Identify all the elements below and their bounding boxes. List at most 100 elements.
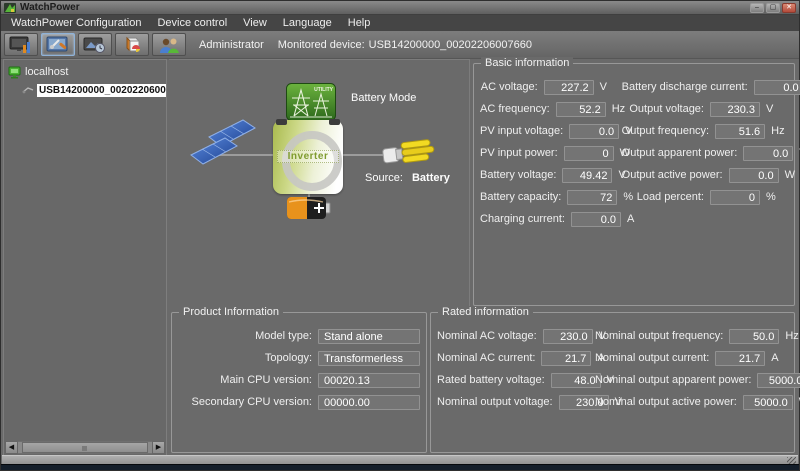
toolbar: Administrator Monitored device: USB14200…: [1, 31, 799, 59]
value-field: 5000.0: [757, 373, 800, 388]
value-field: 0.0: [571, 212, 621, 227]
field-nominal-output-current: Nominal output current:21.7A: [595, 350, 788, 366]
minimize-button[interactable]: –: [750, 3, 764, 13]
field-nominal-output-apparent-power: Nominal output apparent power:5000.0VA: [595, 372, 788, 388]
resize-grip[interactable]: [787, 457, 796, 464]
value-field: 5000.0: [743, 395, 793, 410]
value-field: 0.0: [729, 168, 779, 183]
value-field: Stand alone: [318, 329, 420, 344]
load-bulb-icon: [381, 136, 437, 168]
window-title: WatchPower: [20, 2, 748, 13]
device-tree-panel: localhost USB14200000_00202206007660 ◀ ▶: [3, 59, 167, 456]
title-bar: WatchPower – ▢ ✕: [1, 1, 799, 15]
source-label-text: Source:: [365, 172, 403, 184]
value-field: 230.3: [710, 102, 760, 117]
utility-grid-icon: UTILITY: [286, 83, 336, 122]
value-field: 230.0: [543, 329, 593, 344]
current-user-label: Administrator: [199, 39, 264, 51]
app-icon: [4, 3, 16, 13]
value-field: 21.7: [715, 351, 765, 366]
value-field: 21.7: [541, 351, 591, 366]
inverter-icon: Inverter: [273, 120, 343, 194]
value-field: 49.42: [562, 168, 612, 183]
value-field: 227.2: [544, 80, 594, 95]
value-field: 50.0: [729, 329, 779, 344]
field-model-type: Model type:Stand alone: [178, 328, 420, 344]
field-ac-frequency: AC frequency:52.2Hz: [480, 101, 622, 117]
utility-label-text: UTILITY: [314, 87, 334, 93]
monitored-device-label: Monitored device:: [278, 39, 365, 51]
mode-label: Battery Mode: [351, 92, 416, 104]
event-log-icon[interactable]: [78, 33, 112, 56]
value-field: 72: [567, 190, 617, 205]
device-settings-icon[interactable]: [41, 33, 75, 56]
power-flow-diagram: UTILITY Battery Mode Inverter: [169, 59, 470, 307]
monitored-device-id: USB14200000_00202206007660: [369, 39, 532, 51]
scroll-left-arrow-icon[interactable]: ◀: [5, 441, 18, 454]
solar-panel-icon: [189, 115, 257, 171]
field-ac-voltage: AC voltage:227.2V: [480, 79, 622, 95]
tree-node-device[interactable]: USB14200000_00202206007660: [18, 82, 166, 98]
report-cube-icon[interactable]: [115, 33, 149, 56]
users-icon[interactable]: [152, 33, 186, 56]
field-pv-input-voltage: PV input voltage:0.0V: [480, 123, 622, 139]
source-label: Source: Battery: [365, 172, 450, 184]
field-main-cpu-version: Main CPU version:00020.13: [178, 372, 420, 388]
field-nominal-output-active-power: Nominal output active power:5000.0W: [595, 394, 788, 410]
value-field: 00000.00: [318, 395, 420, 410]
menu-bar: WatchPower Configuration Device control …: [1, 15, 799, 31]
value-field: Transformerless: [318, 351, 420, 366]
value-field: 0.0: [754, 80, 800, 95]
field-pv-input-power: PV input power:0W: [480, 145, 622, 161]
scroll-right-arrow-icon[interactable]: ▶: [152, 441, 165, 454]
value-field: 51.6: [715, 124, 765, 139]
tree-node-device-label: USB14200000_00202206007660: [37, 84, 166, 97]
field-output-apparent-power: Output apparent power:0.0VA: [622, 145, 788, 161]
field-nominal-ac-current: Nominal AC current:21.7A: [437, 350, 595, 366]
field-battery-voltage: Battery voltage:49.42V: [480, 167, 622, 183]
field-rated-battery-voltage: Rated battery voltage:48.0V: [437, 372, 595, 388]
tree-node-localhost-label: localhost: [25, 66, 68, 78]
basic-information-group: Basic information AC voltage:227.2V AC f…: [473, 63, 795, 306]
menu-device-control[interactable]: Device control: [149, 15, 235, 31]
rated-information-group: Rated information Nominal AC voltage:230…: [430, 312, 795, 453]
field-output-active-power: Output active power:0.0W: [622, 167, 788, 183]
field-load-percent: Load percent:0%: [622, 189, 788, 205]
menu-language[interactable]: Language: [275, 15, 340, 31]
tree-node-localhost[interactable]: localhost: [4, 64, 166, 80]
value-field: 52.2: [556, 102, 606, 117]
scrollbar-track[interactable]: [18, 441, 152, 454]
field-topology: Topology:Transformerless: [178, 350, 420, 366]
menu-help[interactable]: Help: [340, 15, 379, 31]
computer-icon: [8, 66, 22, 79]
battery-icon: [285, 194, 333, 222]
tree-horizontal-scrollbar[interactable]: ◀ ▶: [5, 441, 165, 454]
inverter-label: Inverter: [277, 150, 339, 163]
close-button[interactable]: ✕: [782, 3, 796, 13]
value-field: 00020.13: [318, 373, 420, 388]
menu-view[interactable]: View: [235, 15, 275, 31]
watchpower-window: WatchPower – ▢ ✕ WatchPower Configuratio…: [0, 0, 800, 471]
monitor-chart-icon[interactable]: [4, 33, 38, 56]
field-charging-current: Charging current:0.0A: [480, 211, 622, 227]
field-nominal-output-voltage: Nominal output voltage:230.0V: [437, 394, 595, 410]
value-field: 48.0: [551, 373, 601, 388]
field-nominal-ac-voltage: Nominal AC voltage:230.0V: [437, 328, 595, 344]
field-output-voltage: Output voltage:230.3V: [622, 101, 788, 117]
value-field: 0: [710, 190, 760, 205]
field-secondary-cpu-version: Secondary CPU version:00000.00: [178, 394, 420, 410]
device-link-icon: [22, 86, 34, 94]
field-output-frequency: Output frequency:51.6Hz: [622, 123, 788, 139]
product-information-group: Product Information Model type:Stand alo…: [171, 312, 427, 453]
value-field: 0.0: [569, 124, 619, 139]
menu-watchpower-configuration[interactable]: WatchPower Configuration: [3, 15, 149, 31]
scrollbar-thumb[interactable]: [22, 442, 148, 453]
field-battery-discharge-current: Battery discharge current:0.0A: [622, 79, 788, 95]
value-field: 0: [564, 146, 614, 161]
value-field: 0.0: [743, 146, 793, 161]
window-bottom-edge: [1, 464, 799, 470]
field-battery-capacity: Battery capacity:72%: [480, 189, 622, 205]
maximize-button[interactable]: ▢: [766, 3, 780, 13]
source-value-text: Battery: [412, 172, 450, 184]
field-nominal-output-frequency: Nominal output frequency:50.0Hz: [595, 328, 788, 344]
